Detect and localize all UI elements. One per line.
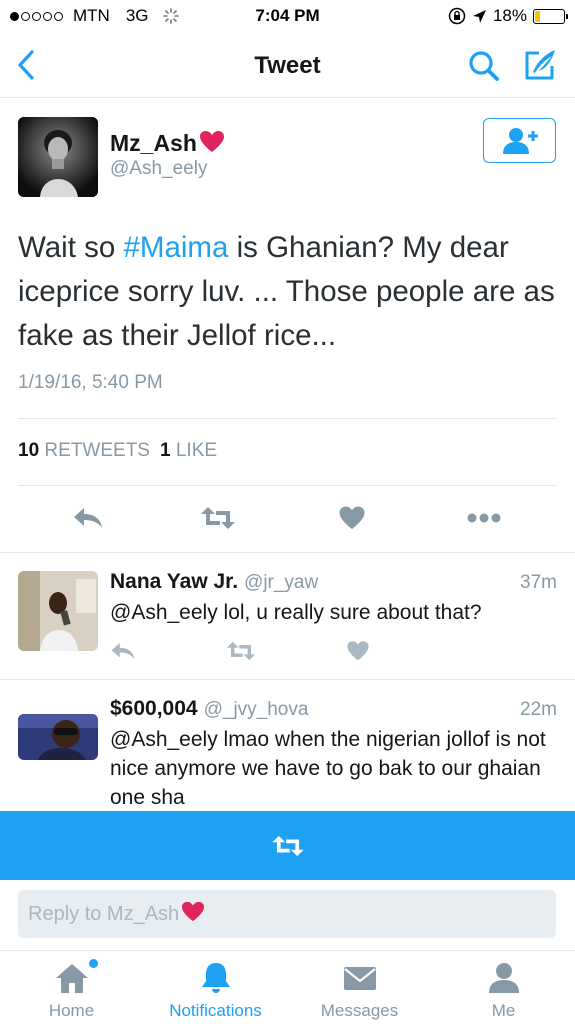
hashtag-link[interactable]: #Maima xyxy=(123,231,228,264)
reply-reply-button[interactable] xyxy=(110,640,136,664)
compose-button[interactable] xyxy=(521,46,559,84)
avatar-photo xyxy=(18,714,98,760)
likes-count: 1 xyxy=(159,440,171,461)
tab-home-label: Home xyxy=(48,1001,95,1020)
heart-icon xyxy=(339,506,365,529)
likes-label: LIKE xyxy=(175,440,218,461)
retweets-count: 10 xyxy=(18,440,40,461)
avatar-photo xyxy=(18,117,98,197)
reply-like-button[interactable] xyxy=(346,640,372,664)
avatar-photo xyxy=(18,571,98,651)
retweet-button[interactable] xyxy=(200,500,236,536)
reply-avatar[interactable] xyxy=(18,714,98,760)
more-options-button[interactable] xyxy=(466,500,502,536)
tweet-text: Wait so #Maima is Ghanian? My dear icepr… xyxy=(18,226,558,358)
more-dots-icon xyxy=(467,513,501,523)
retweet-bar-button[interactable] xyxy=(0,811,575,880)
search-icon xyxy=(469,51,499,81)
reply-icon xyxy=(74,508,102,528)
envelope-icon xyxy=(343,967,376,990)
reply-text: @Ash_eely lmao when the nigerian jollof … xyxy=(110,728,546,809)
reply-icon xyxy=(111,642,135,660)
orientation-lock-icon xyxy=(448,7,466,25)
battery-percent: 18% xyxy=(492,6,527,25)
tab-home[interactable]: Home xyxy=(0,951,143,1024)
author-handle[interactable]: @Ash_eely xyxy=(110,158,207,180)
follow-button[interactable] xyxy=(483,118,556,163)
retweet-icon xyxy=(201,507,235,529)
reply-placeholder: Reply to Mz_Ash xyxy=(28,903,180,925)
tweet-stats: 10 RETWEETS 1 LIKE xyxy=(18,440,217,462)
reply-avatar[interactable] xyxy=(18,571,98,651)
battery-level xyxy=(535,10,540,22)
retweets-stat[interactable]: 10 RETWEETS xyxy=(18,440,150,462)
tweet-timestamp: 1/19/16, 5:40 PM xyxy=(18,372,163,393)
reply-input[interactable]: Reply to Mz_Ash xyxy=(18,890,556,938)
retweet-icon xyxy=(271,835,304,856)
reply-retweet-button[interactable] xyxy=(226,640,256,664)
reply-button[interactable] xyxy=(70,500,106,536)
reply-header: Nana Yaw Jr. @jr_yaw xyxy=(110,570,318,594)
tab-messages[interactable]: Messages xyxy=(288,951,431,1024)
status-bar: MTN 3G 7:04 PM 18% xyxy=(0,0,575,32)
author-name[interactable]: Mz_Ash xyxy=(110,130,225,157)
reply-author-name[interactable]: $600,004 xyxy=(110,697,198,720)
reply-time: 37m xyxy=(520,572,557,593)
divider xyxy=(18,418,557,419)
author-name-text: Mz_Ash xyxy=(110,130,197,156)
location-arrow-icon xyxy=(472,9,486,23)
heart-emoji-icon xyxy=(199,131,224,152)
retweet-icon xyxy=(226,641,256,661)
tab-notifications-label: Notifications xyxy=(169,1001,262,1020)
compose-icon xyxy=(525,50,555,80)
battery-icon xyxy=(533,8,568,24)
heart-emoji-icon xyxy=(182,901,205,922)
reply-author-handle[interactable]: @_jvy_hova xyxy=(204,699,309,720)
new-items-badge xyxy=(89,959,98,968)
tab-bar: Home Notifications Messages Me xyxy=(0,950,575,1024)
divider xyxy=(0,679,575,680)
tab-me[interactable]: Me xyxy=(432,951,575,1024)
tab-notifications[interactable]: Notifications xyxy=(144,951,287,1024)
reply-actions xyxy=(110,640,370,664)
tweet-text-start: Wait so xyxy=(18,231,124,264)
divider xyxy=(18,485,557,486)
home-icon xyxy=(55,964,88,993)
tweet-actions xyxy=(0,500,575,536)
reply-author-handle[interactable]: @jr_yaw xyxy=(244,572,318,593)
tab-messages-label: Messages xyxy=(320,1001,399,1020)
like-button[interactable] xyxy=(334,500,370,536)
reply-text: @Ash_eely lol, u really sure about that? xyxy=(110,601,482,624)
reply-time: 22m xyxy=(520,699,557,720)
reply-composer: Reply to Mz_Ash xyxy=(0,880,575,950)
reply-header: $600,004 @_jvy_hova xyxy=(110,697,308,721)
heart-icon xyxy=(347,641,369,661)
add-user-icon xyxy=(502,127,538,154)
bell-icon xyxy=(201,963,230,993)
tab-me-label: Me xyxy=(491,1001,516,1020)
divider xyxy=(0,552,575,553)
search-button[interactable] xyxy=(466,48,502,84)
nav-bar: Tweet xyxy=(0,32,575,98)
retweets-label: RETWEETS xyxy=(44,440,150,461)
likes-stat[interactable]: 1 LIKE xyxy=(160,440,217,462)
person-icon xyxy=(488,963,519,993)
reply-author-name[interactable]: Nana Yaw Jr. xyxy=(110,570,238,593)
status-right: 18% xyxy=(448,6,568,26)
author-avatar[interactable] xyxy=(18,117,98,197)
